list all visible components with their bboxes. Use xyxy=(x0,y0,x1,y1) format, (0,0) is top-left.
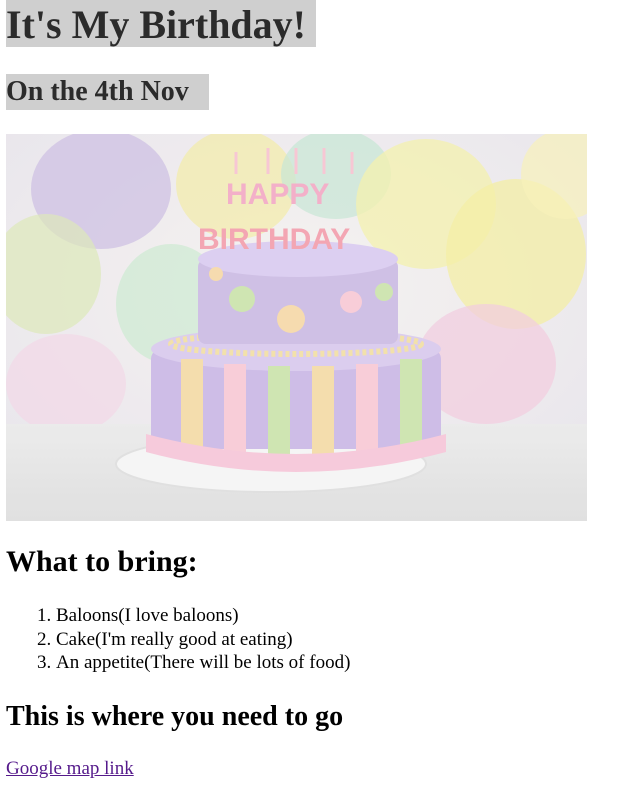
where-heading: This is where you need to go xyxy=(6,701,344,732)
event-date: On the 4th Nov xyxy=(6,74,209,110)
birthday-cake-image: HAPPY BIRTHDAY xyxy=(6,134,587,521)
what-to-bring-heading: What to bring: xyxy=(6,545,198,578)
list-item: An appetite(There will be lots of food) xyxy=(56,651,350,675)
bring-list: Baloons(I love baloons) Cake(I'm really … xyxy=(0,604,350,675)
google-map-link[interactable]: Google map link xyxy=(6,757,134,781)
page-title: It's My Birthday! xyxy=(6,0,316,47)
list-item: Baloons(I love baloons) xyxy=(56,604,350,628)
list-item: Cake(I'm really good at eating) xyxy=(56,628,350,652)
